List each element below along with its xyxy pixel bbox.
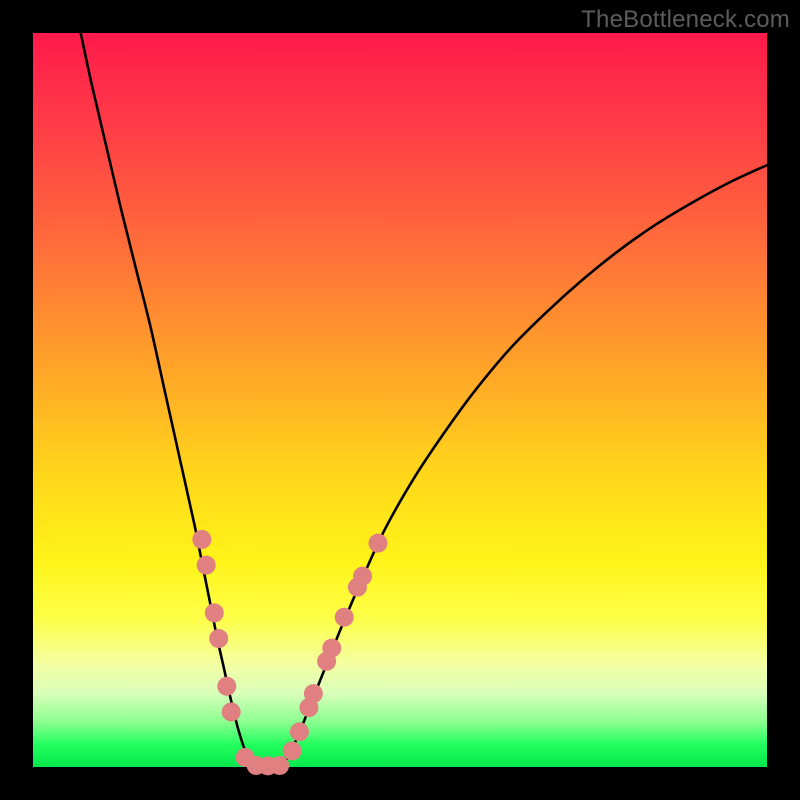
- data-marker: [192, 530, 211, 549]
- data-marker: [335, 608, 354, 627]
- watermark-text: TheBottleneck.com: [581, 6, 790, 34]
- chart-frame: TheBottleneck.com: [0, 0, 800, 800]
- data-marker: [270, 756, 289, 775]
- bottleneck-curve: [81, 33, 767, 768]
- plot-area: [33, 33, 767, 767]
- data-marker: [217, 677, 236, 696]
- data-marker: [322, 639, 341, 658]
- data-marker: [205, 603, 224, 622]
- data-marker: [209, 629, 228, 648]
- curve-svg: [33, 33, 767, 767]
- data-marker: [197, 556, 216, 575]
- data-marker: [368, 534, 387, 553]
- data-marker: [353, 567, 372, 586]
- data-marker: [283, 741, 302, 760]
- data-marker: [304, 684, 323, 703]
- data-marker: [222, 702, 241, 721]
- data-marker: [290, 722, 309, 741]
